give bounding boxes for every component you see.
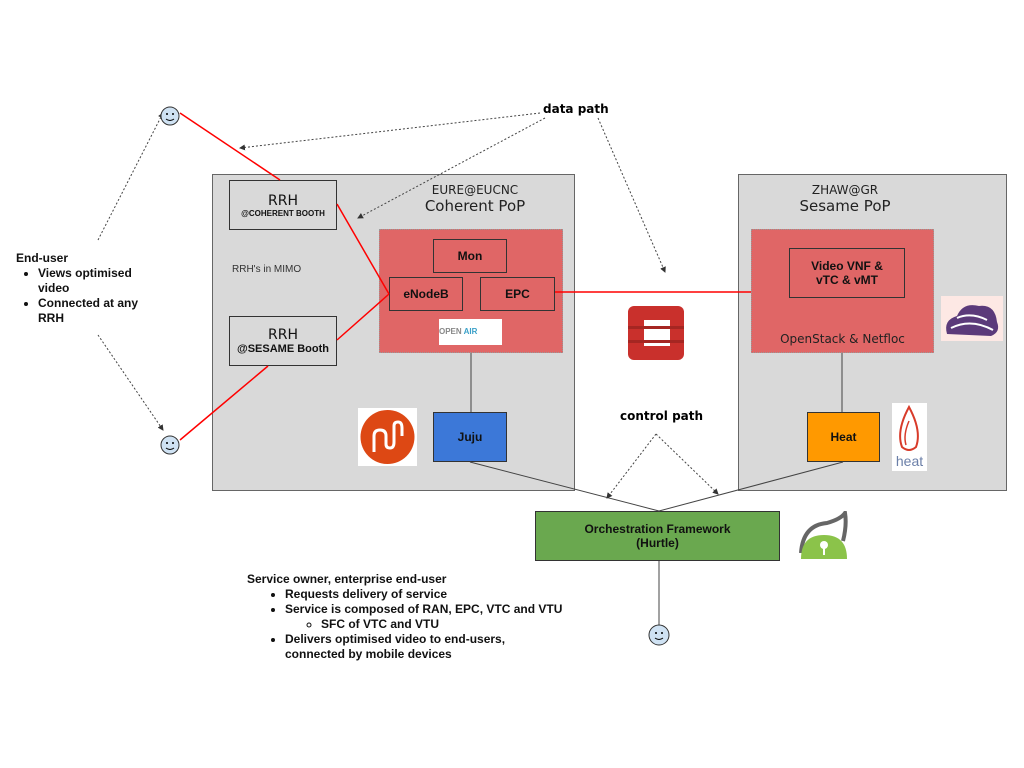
end-user-bullet: Connected at any RRH <box>38 296 166 326</box>
end-user-bullet: Views optimised video <box>38 266 166 296</box>
service-owner-bullet: Delivers optimised video to end-users, c… <box>285 632 567 662</box>
user-icon <box>648 624 670 646</box>
control-path-arrow <box>606 433 657 499</box>
data-link <box>336 203 390 295</box>
data-link <box>179 112 281 181</box>
data-path-arrow <box>597 117 666 273</box>
control-link <box>469 461 660 512</box>
data-link <box>336 293 390 341</box>
end-user-title: End-user <box>16 251 69 265</box>
service-owner-description: Service owner, enterprise end-user Reque… <box>247 572 567 662</box>
control-path-arrow <box>655 433 719 495</box>
data-path-arrow <box>357 117 546 219</box>
user-icon <box>160 106 180 126</box>
data-path-arrow <box>239 112 541 151</box>
service-owner-sub-bullet: SFC of VTC and VTU <box>321 617 567 632</box>
data-link <box>179 365 269 441</box>
user-icon <box>160 435 180 455</box>
end-user-arrow <box>97 112 164 241</box>
service-owner-bullet: Service is composed of RAN, EPC, VTC and… <box>285 602 567 617</box>
end-user-arrow <box>97 334 164 431</box>
control-link <box>658 461 844 512</box>
end-user-description: End-user Views optimised video Connected… <box>16 251 166 326</box>
service-owner-title: Service owner, enterprise end-user <box>247 572 447 586</box>
service-owner-bullet: Requests delivery of service <box>285 587 567 602</box>
